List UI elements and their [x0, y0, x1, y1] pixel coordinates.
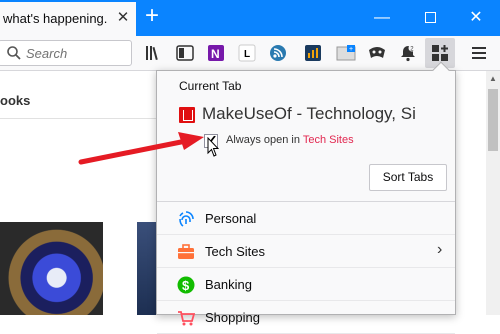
scroll-thumb[interactable]	[488, 89, 498, 151]
feed-icon[interactable]	[267, 42, 289, 64]
svg-text:L: L	[244, 49, 250, 60]
new-tab-button[interactable]: +	[141, 4, 163, 28]
sidebar-icon[interactable]	[174, 42, 196, 64]
fingerprint-icon	[179, 211, 194, 227]
l-extension-icon[interactable]: L	[236, 42, 258, 64]
tab-groups-panel: Current Tab MakeUseOf - Technology, Si ✓…	[156, 61, 456, 334]
always-open-prefix: Always open in	[226, 134, 303, 146]
close-window-button[interactable]: ✕	[466, 8, 486, 28]
minimize-button[interactable]: —	[372, 8, 392, 28]
maximize-button[interactable]	[420, 8, 440, 28]
onenote-icon[interactable]: N	[205, 42, 227, 64]
tab-close-icon[interactable]: ✕	[114, 9, 132, 27]
screenshot-icon[interactable]: +	[335, 42, 357, 64]
library-icon[interactable]	[143, 42, 165, 64]
group-item-shopping[interactable]: Shopping	[157, 301, 455, 334]
group-item-personal[interactable]: Personal	[157, 202, 455, 235]
page-heading-fragment: ooks	[0, 93, 31, 108]
svg-text:N: N	[211, 47, 220, 61]
article-image[interactable]	[137, 222, 157, 315]
annotation-arrow	[78, 132, 204, 165]
notification-bell-icon[interactable]: 2	[397, 42, 419, 64]
group-label: Shopping	[205, 310, 260, 325]
analytics-icon[interactable]	[302, 42, 324, 64]
group-label: Banking	[205, 277, 252, 292]
scroll-up-icon[interactable]: ▲	[489, 74, 497, 83]
search-icon	[7, 46, 21, 60]
always-open-label: Always open in Tech Sites	[226, 134, 354, 146]
group-item-banking[interactable]: $ Banking	[157, 268, 455, 301]
divider	[0, 118, 180, 119]
site-favicon-icon	[179, 107, 195, 123]
article-image[interactable]	[0, 222, 103, 315]
scrollbar[interactable]: ▲	[486, 71, 500, 315]
briefcase-icon	[178, 244, 194, 259]
svg-text:+: +	[349, 46, 353, 53]
group-label: Tech Sites	[205, 244, 265, 259]
cart-icon	[178, 311, 195, 326]
svg-text:$: $	[182, 278, 190, 293]
current-tab-label: Current Tab	[179, 79, 242, 93]
chevron-right-icon: ›	[437, 241, 443, 258]
grid-plus-icon	[432, 45, 448, 61]
sort-tabs-button[interactable]: Sort Tabs	[369, 164, 447, 191]
search-placeholder: Search	[26, 46, 68, 61]
tab-strip: what's happening. ✕ + — ✕	[0, 0, 500, 36]
group-label: Personal	[205, 211, 257, 226]
menu-icon[interactable]	[468, 42, 490, 64]
tech-sites-link[interactable]: Tech Sites	[303, 134, 354, 146]
mouse-cursor-icon	[207, 137, 219, 157]
mask-icon[interactable]	[366, 42, 388, 64]
search-field[interactable]: Search	[0, 40, 132, 66]
dollar-icon: $	[177, 276, 195, 294]
tab-active[interactable]: what's happening. ✕	[0, 0, 136, 36]
maximize-icon	[424, 12, 436, 24]
current-tab-title: MakeUseOf - Technology, Si	[202, 104, 416, 123]
tab-title: what's happening.	[3, 11, 108, 26]
group-item-tech-sites[interactable]: Tech Sites ›	[157, 235, 455, 268]
